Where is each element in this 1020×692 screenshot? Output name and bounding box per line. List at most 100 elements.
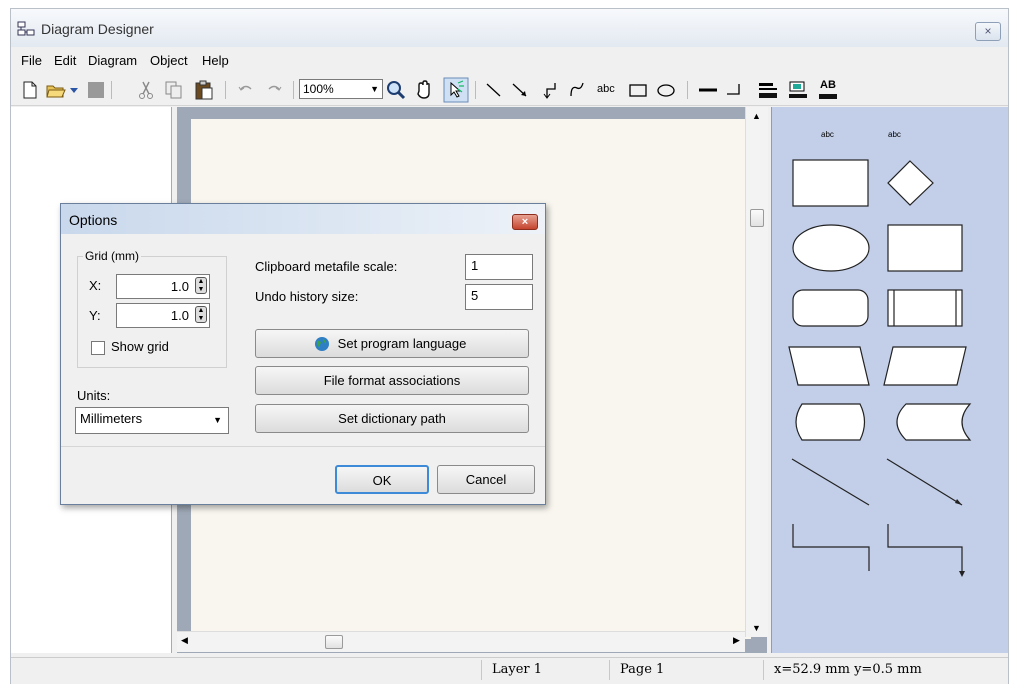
shape-text-b[interactable]: abc [888,130,901,139]
zoom-icon[interactable] [385,79,407,101]
units-select[interactable]: Millimeters ▼ [75,407,229,434]
shape-rectangle[interactable] [792,159,869,207]
shape-rectangle-2[interactable] [887,224,963,272]
text-tool[interactable]: abc [597,83,615,95]
grid-x-value: 1.0 [170,279,189,294]
scroll-right-icon[interactable]: ▶ [733,635,740,646]
menu-file[interactable]: File [21,53,42,68]
clipboard-scale-input[interactable]: 1 [465,254,533,280]
menu-help[interactable]: Help [202,53,229,68]
scroll-left-icon[interactable]: ◀ [181,635,188,646]
units-value: Millimeters [80,411,143,426]
status-bar: Layer 1 Page 1 x=52.9 mm y=0.5 mm [11,657,1008,684]
status-coordinates: x=52.9 mm y=0.5 mm [763,660,984,680]
set-language-button[interactable]: Set program language [255,329,529,358]
save-icon[interactable] [85,79,107,101]
undo-icon[interactable] [235,79,257,101]
shape-stored-data[interactable] [896,403,972,441]
menu-object[interactable]: Object [150,53,188,68]
vertical-scrollbar[interactable]: ▲ ▼ [745,107,768,637]
grid-legend: Grid (mm) [83,249,141,263]
menu-edit[interactable]: Edit [54,53,76,68]
grid-x-input[interactable]: 1.0 ▲ ▼ [116,274,210,299]
file-associations-button[interactable]: File format associations [255,366,529,395]
options-dialog: Options × Grid (mm) X: 1.0 ▲ ▼ Y: 1.0 ▲ ▼ … [60,203,546,505]
open-folder-icon[interactable] [45,79,67,101]
arrow-line-tool-icon[interactable] [509,79,531,101]
elbow-connector-icon[interactable] [539,79,561,101]
toolbar-separator [475,81,476,99]
shape-rounded-rectangle[interactable] [792,289,869,327]
grid-y-value: 1.0 [170,308,189,323]
vertical-scroll-thumb[interactable] [750,209,764,227]
cut-icon[interactable] [135,79,157,101]
shape-ellipse[interactable] [792,224,870,272]
paste-icon[interactable] [193,79,215,101]
line-color-icon[interactable] [757,79,779,101]
zoom-value: 100% [303,82,334,96]
fill-color-icon[interactable] [787,79,809,101]
toolbar: 100% ▼ abc AB [11,75,1008,106]
status-page: Page 1 [609,660,760,680]
scroll-up-icon[interactable]: ▲ [752,111,761,121]
toolbar-separator [293,81,294,99]
shape-predefined-process[interactable] [887,289,963,327]
ellipse-tool-icon[interactable] [655,79,677,101]
shape-arrow-line[interactable] [886,458,963,506]
font-color-swatch [819,94,837,99]
units-label: Units: [77,388,111,403]
horizontal-scroll-thumb[interactable] [325,635,343,649]
dialog-divider [61,446,545,447]
toolbar-separator [687,81,688,99]
shape-elbow-connector[interactable] [792,524,870,571]
line-style-icon[interactable] [725,79,747,101]
dictionary-path-button[interactable]: Set dictionary path [255,404,529,433]
dialog-close-button[interactable]: × [512,214,538,230]
cancel-button[interactable]: Cancel [437,465,535,494]
undo-history-input[interactable]: 5 [465,284,533,310]
font-color-button[interactable]: AB [817,79,839,101]
select-pointer-icon[interactable] [443,77,469,103]
toolbar-separator [225,81,226,99]
grid-y-input[interactable]: 1.0 ▲ ▼ [116,303,210,328]
horizontal-scrollbar[interactable]: ◀ ▶ [177,631,745,652]
shape-diamond[interactable] [887,160,934,206]
new-file-icon[interactable] [19,79,41,101]
shape-parallelogram-left[interactable] [788,346,870,386]
chevron-down-icon: ▼ [370,84,379,94]
status-layer: Layer 1 [481,660,602,680]
line-tool-icon[interactable] [483,79,505,101]
shape-line[interactable] [791,458,870,506]
shape-display[interactable] [795,403,866,441]
rectangle-tool-icon[interactable] [627,79,649,101]
window-close-button[interactable]: × [975,22,1001,41]
shape-elbow-arrow[interactable] [887,524,965,577]
curve-tool-icon[interactable] [567,79,589,101]
shape-parallelogram-right[interactable] [883,346,967,386]
ok-button[interactable]: OK [335,465,429,494]
shapes-panel: abc abc [771,107,1008,653]
redo-icon[interactable] [263,79,285,101]
window-title: Diagram Designer [41,21,154,37]
line-width-icon[interactable] [697,79,719,101]
toolbar-separator [111,81,112,99]
app-logo-icon [17,21,35,36]
zoom-select[interactable]: 100% ▼ [299,79,383,99]
menu-bar: File Edit Diagram Object Help [11,49,1008,73]
show-grid-label: Show grid [111,339,169,354]
menu-diagram[interactable]: Diagram [88,53,137,68]
chevron-down-icon: ▼ [213,415,222,425]
set-language-label: Set program language [337,336,467,351]
title-bar: Diagram Designer × [11,9,1008,47]
clipboard-scale-label: Clipboard metafile scale: [255,259,398,274]
show-grid-checkbox[interactable] [91,341,105,355]
hand-pan-icon[interactable] [413,79,435,101]
grid-y-label: Y: [89,308,101,323]
grid-y-spinner[interactable]: ▲ ▼ [195,306,207,323]
grid-x-spinner[interactable]: ▲ ▼ [195,277,207,294]
dropdown-arrow-icon[interactable] [67,79,81,101]
grid-x-label: X: [89,278,102,293]
shape-text-a[interactable]: abc [821,130,834,139]
copy-icon[interactable] [163,79,185,101]
scroll-down-icon[interactable]: ▼ [752,623,761,633]
